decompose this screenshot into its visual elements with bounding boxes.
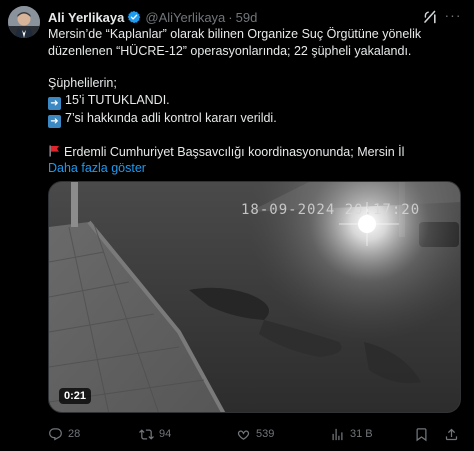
tweet-card[interactable]: Ali Yerlikaya @AliYerlikaya · 59d ··· Me…	[0, 0, 474, 451]
retweet-icon	[139, 428, 154, 440]
tweet-time[interactable]: 59d	[236, 10, 258, 25]
bookmark-button[interactable]	[414, 427, 434, 442]
red-flag-emoji-icon	[48, 145, 60, 157]
bullet-text: 15’i TUTUKLANDI.	[65, 92, 170, 107]
reply-count: 28	[68, 428, 81, 440]
author-handle[interactable]: @AliYerlikaya	[145, 10, 225, 25]
cctv-timestamp: 18-09-2024 20:17:20	[241, 202, 421, 218]
header-separator: ·	[228, 9, 233, 25]
views-icon	[332, 428, 343, 440]
arrow-right-emoji-icon: ➜	[48, 96, 61, 110]
like-icon	[237, 429, 250, 440]
reply-icon	[49, 427, 62, 441]
like-button[interactable]: 539	[236, 427, 274, 442]
reply-button[interactable]: 28	[48, 427, 80, 442]
tweet-actions: 28 94 539 31 B	[48, 425, 460, 443]
tweet-line-text: Erdemli Cumhuriyet Başsavcılığı koordina…	[64, 144, 405, 159]
bullet-item: ➜ 15’i TUTUKLANDI.	[48, 92, 460, 110]
share-button[interactable]	[444, 427, 464, 442]
tweet-text: Mersin’de “Kaplanlar” olarak bilinen Org…	[48, 26, 460, 177]
tweet-line: Erdemli Cumhuriyet Başsavcılığı koordina…	[48, 144, 460, 161]
tweet-line: Mersin’de “Kaplanlar” olarak bilinen Org…	[48, 27, 422, 41]
grok-icon[interactable]	[422, 9, 438, 25]
like-count: 539	[256, 428, 275, 440]
arrow-right-emoji-icon: ➜	[48, 114, 61, 128]
views-count: 31 B	[350, 428, 373, 440]
tweet-line: düzenlenen “HÜCRE-12” operasyonlarında; …	[48, 43, 412, 58]
avatar[interactable]	[8, 6, 40, 38]
more-icon[interactable]: ···	[444, 6, 462, 24]
show-more-link[interactable]: Daha fazla göster	[48, 160, 460, 177]
views-button[interactable]: 31 B	[330, 427, 373, 442]
bullet-item: ➜ 7’si hakkında adli kontrol kararı veril…	[48, 110, 460, 128]
tweet-header: Ali Yerlikaya @AliYerlikaya · 59d	[48, 9, 257, 25]
author-display-name[interactable]: Ali Yerlikaya	[48, 10, 124, 25]
video-duration: 0:21	[59, 388, 92, 404]
bookmark-icon	[416, 427, 427, 441]
retweet-button[interactable]: 94	[139, 427, 171, 442]
video-player[interactable]: 18-09-2024 20:17:20 0:21	[48, 181, 461, 413]
verified-badge-icon	[127, 10, 141, 24]
retweet-count: 94	[159, 428, 172, 440]
share-icon	[445, 428, 458, 440]
bullet-text: 7’si hakkında adli kontrol kararı verild…	[65, 110, 277, 125]
tweet-line: Şüphelilerin;	[48, 76, 117, 90]
